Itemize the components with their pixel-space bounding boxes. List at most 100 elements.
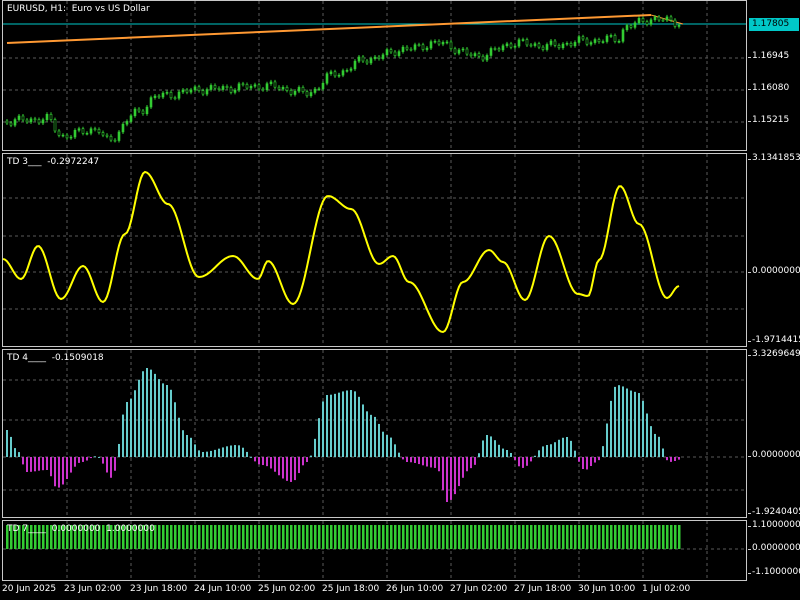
td7-bar [650, 525, 653, 549]
td7-label: TD 7____ 0.0000000 1.0000000 [7, 524, 155, 534]
td7-bar [646, 525, 649, 549]
candle-body [125, 121, 129, 125]
td4-bar-positive [174, 402, 176, 457]
td4-bar-positive [206, 451, 208, 457]
candle-body [513, 45, 517, 48]
candle-body [97, 129, 101, 133]
time-axis[interactable]: 20 Jun 2025 23 Jun 02:00 23 Jun 18:00 24… [2, 581, 747, 600]
price-scale-tick: 1.16945 [747, 51, 790, 61]
td4-scale[interactable]: 3.3269649 0.0000000 -1.9240405 [748, 349, 800, 518]
candle-body [429, 41, 433, 49]
td7-bar [354, 525, 357, 549]
td7-bar [234, 525, 237, 549]
td4-bar-positive [98, 456, 100, 458]
td7-bar [174, 525, 177, 549]
candle-body [121, 123, 125, 133]
td3-scale[interactable]: 3.1341853 0.0000000 -1.9714415 [748, 153, 800, 347]
td4-bar-positive [482, 440, 484, 457]
candle-body [345, 70, 349, 72]
td4-bar-negative [582, 457, 584, 470]
td4-bar-positive [326, 395, 328, 457]
td7-bar [446, 525, 449, 549]
td4-bar-positive [130, 398, 132, 457]
td7-bar [526, 525, 529, 549]
candle-body [617, 41, 621, 43]
candle-body [189, 89, 193, 93]
td3-indicator-pane[interactable]: TD 3___ -0.2972247 [2, 153, 747, 347]
candle-body [425, 47, 429, 50]
price-chart-pane[interactable]: EURUSD, H1: Euro vs US Dollar [2, 0, 747, 151]
td4-bar-positive [618, 385, 620, 457]
candle-body [61, 134, 65, 137]
td7-indicator-pane[interactable]: TD 7____ 0.0000000 1.0000000 [2, 520, 747, 581]
td4-bar-negative [46, 457, 48, 470]
td4-bar-positive [242, 447, 244, 457]
candle-body [89, 128, 93, 134]
candle-body [29, 118, 33, 123]
td7-bar [274, 525, 277, 549]
td4-bar-negative [114, 457, 116, 471]
td7-bar [398, 525, 401, 549]
td3-scale-tick: 3.1341853 [748, 153, 800, 163]
td7-scale[interactable]: 1.1000000 0.0000000 -1.1000000 [748, 520, 800, 581]
td3-scale-tick: 0.0000000 [748, 266, 800, 276]
td7-bar [262, 525, 265, 549]
td4-bar-negative [290, 457, 292, 482]
candle-body [569, 43, 573, 47]
candle-body [541, 46, 545, 50]
td4-bar-positive [650, 426, 652, 457]
td4-bar-positive [214, 449, 216, 457]
candle-body [349, 68, 353, 71]
td4-bar-positive [622, 386, 624, 457]
td7-bar [334, 525, 337, 549]
td4-bar-negative [58, 457, 60, 488]
candle-body [401, 46, 405, 52]
td4-bar-positive [346, 390, 348, 457]
td7-bar [358, 525, 361, 549]
td4-bar-positive [94, 456, 96, 458]
candle-body [413, 44, 417, 50]
trendline [6, 14, 652, 44]
td4-bar-negative [526, 457, 528, 466]
td4-bar-negative [74, 457, 76, 467]
td7-bar [394, 525, 397, 549]
candle-body [177, 91, 181, 99]
td4-bar-negative [110, 457, 112, 478]
td4-bar-positive [502, 448, 504, 457]
td4-indicator-pane[interactable]: TD 4____ -0.1509018 [2, 349, 747, 518]
td4-bar-positive [122, 414, 124, 457]
td7-bar [210, 525, 213, 549]
candle-body [85, 132, 89, 135]
td4-bar-positive [230, 445, 232, 457]
td7-bar [534, 525, 537, 549]
td7-bar [542, 525, 545, 549]
td7-bar [626, 525, 629, 549]
td7-bar [506, 525, 509, 549]
candle-body [157, 95, 161, 98]
td4-bar-positive [566, 437, 568, 457]
candle-body [117, 131, 121, 141]
td7-bar [242, 525, 245, 549]
candle-body [437, 40, 441, 45]
candle-body [305, 91, 309, 97]
candle-body [101, 132, 105, 136]
candle-body [81, 128, 85, 134]
td7-bar [318, 525, 321, 549]
time-axis-tick: 30 Jun 10:00 [578, 584, 636, 594]
candle-body [309, 92, 313, 97]
td7-bar [390, 525, 393, 549]
candle-body [337, 74, 341, 77]
chart-title: EURUSD, H1: Euro vs US Dollar [7, 4, 150, 14]
candle-body [233, 89, 237, 93]
candle-body [149, 97, 153, 108]
candle-body [645, 21, 649, 25]
td7-bar [226, 525, 229, 549]
td4-bar-positive [486, 435, 488, 457]
td4-bar-positive [570, 440, 572, 457]
td7-scale-tick: 1.1000000 [748, 520, 800, 530]
candle-body [573, 42, 577, 47]
td4-scale-tick: -1.9240405 [748, 507, 800, 517]
candle-body [25, 119, 29, 123]
td4-bar-positive [646, 413, 648, 457]
candle-body [589, 42, 593, 45]
